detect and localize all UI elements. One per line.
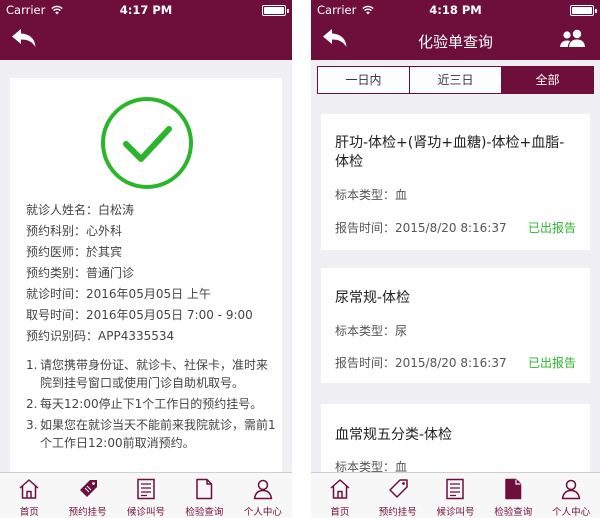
tab-profile[interactable]: 个人中心 [234,473,292,518]
note-item: 3. 如果您在就诊当天不能前来我院就诊，需前1个工作日12:00前取消预约。 [26,418,276,450]
report-title: 肝功-体检+(肾功+血糖)-体检+血脂-体检 [335,135,565,170]
report-card[interactable]: 尿常规-体检 标本类型：尿 报告时间：2015/8/20 8:16:37 已出报… [321,268,590,383]
info-row-department: 预约科别：心外科 [26,224,123,238]
report-time: 报告时间：2015/8/20 8:16:37 [335,221,507,235]
tab-appointment[interactable]: 预约挂号 [369,473,427,518]
report-card[interactable]: 肝功-体检+(肾功+血糖)-体检+血脂-体检 标本类型：血 报告时间：2015/… [321,114,590,250]
report-time: 报告时间：2015/8/20 8:16:37 [335,356,507,370]
tab-appointment[interactable]: 预约挂号 [58,473,116,518]
document-icon [196,478,213,500]
tab-queue[interactable]: 候诊叫号 [427,473,485,518]
battery-icon [570,5,597,16]
info-row-code: 预约识别码：APP4335534 [26,329,175,343]
report-status: 已出报告 [527,221,576,235]
status-bar: Carrier 4:17 PM [0,0,292,20]
sample-type: 标本类型：血 [335,188,408,202]
tab-home[interactable]: 首页 [0,473,58,518]
tab-home[interactable]: 首页 [311,473,369,518]
lab-report-screen: Carrier 4:18 PM 化验单查询 一日内 近三日 全部 肝功-体检+(… [311,0,600,518]
info-row-patient: 就诊人姓名：白松涛 [26,203,135,217]
report-title: 尿常规-体检 [335,290,411,306]
document-icon [505,478,522,500]
clock: 4:18 PM [429,3,482,17]
page-title: 化验单查询 [417,33,493,51]
info-row-doctor: 预约医师：於其宾 [26,245,123,259]
tab-lab-query[interactable]: 检验查询 [175,473,233,518]
note-item: 2. 每天12:00停止下1个工作日的预约挂号。 [26,397,263,411]
back-button[interactable] [10,27,40,51]
tag-icon [79,480,97,497]
battery-icon [262,5,289,16]
tab-bar: 首页 预约挂号 候诊叫号 检验查询 个人中心 [0,472,292,518]
tab-lab-query[interactable]: 检验查询 [484,473,542,518]
person-icon [253,479,273,500]
info-row-pickup-time: 取号时间：2016年05月05日 7:00 - 9:00 [26,308,253,322]
switch-patient-button[interactable] [558,27,590,51]
segment-one-day[interactable]: 一日内 [318,67,410,93]
appointment-card: 就诊人姓名：白松涛 预约科别：心外科 预约医师：於其宾 预约类别：普通门诊 就诊… [10,78,282,478]
note-item: 1. 请您携带身份证、就诊卡、社保卡，准时来院到挂号窗口或使用门诊自助机取号。 [26,358,269,390]
info-row-category: 预约类别：普通门诊 [26,266,135,280]
nav-header: Carrier 4:18 PM 化验单查询 [311,0,600,60]
tab-profile[interactable]: 个人中心 [542,473,600,518]
appointment-info: 就诊人姓名：白松涛 预约科别：心外科 预约医师：於其宾 预约类别：普通门诊 就诊… [26,200,253,347]
back-arrow-icon [12,29,36,47]
tab-bar: 首页 预约挂号 候诊叫号 检验查询 个人中心 [311,472,600,518]
person-icon [561,479,581,500]
info-row-visit-time: 就诊时间：2016年05月05日 上午 [26,287,211,301]
home-icon [19,479,39,499]
report-status: 已出报告 [527,356,576,370]
segment-all[interactable]: 全部 [502,67,593,93]
segment-three-days[interactable]: 近三日 [410,67,502,93]
nav-header: Carrier 4:17 PM [0,0,292,60]
appointment-success-screen: Carrier 4:17 PM 就诊人姓名：白松涛 预约科别：心外科 预约医师：… [0,0,292,518]
sample-type: 标本类型：尿 [335,324,408,338]
tag-icon [388,479,408,498]
clock: 4:17 PM [119,3,173,17]
appointment-notes: 1. 请您携带身份证、就诊卡、社保卡，准时来院到挂号窗口或使用门诊自助机取号。 2… [26,356,276,455]
list-icon [137,478,155,500]
list-icon [446,478,465,500]
success-check-icon [100,96,194,194]
report-title: 血常规五分类-体检 [335,427,453,443]
home-icon [330,479,350,499]
date-range-segmented-control: 一日内 近三日 全部 [317,66,594,94]
tab-queue[interactable]: 候诊叫号 [117,473,175,518]
status-bar: Carrier 4:18 PM [311,0,600,20]
users-icon [560,29,585,47]
